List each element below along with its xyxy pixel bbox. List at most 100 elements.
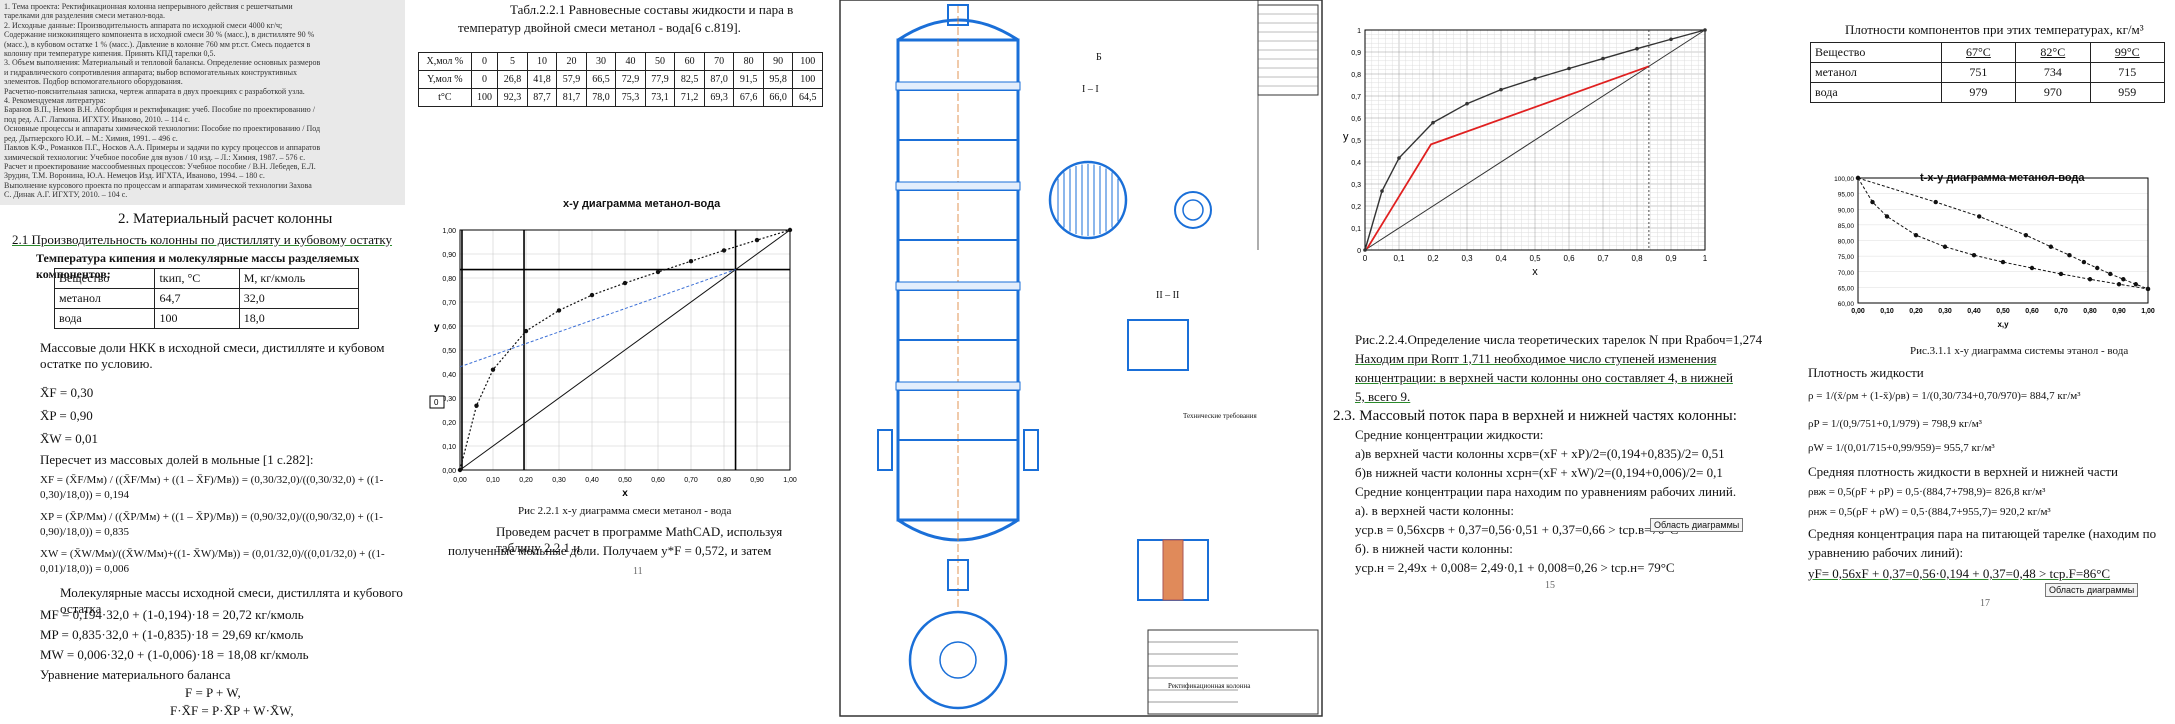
th: 82°С (2015, 42, 2091, 63)
section-label-ii: II – II (1156, 290, 1180, 301)
stamp-label: Ректификационная колонна (1168, 682, 1251, 690)
subsection-title: 2.1 Производительность колонны по дистил… (12, 232, 393, 247)
task-text-line: Основные процессы и аппараты химической … (4, 124, 321, 134)
th-tboil: tкип, °С (154, 268, 240, 289)
task-text-line: тарелками для разделения смеси метанол-в… (4, 11, 165, 21)
y-tick-label: 0,70 (442, 300, 456, 307)
support-left (877, 429, 893, 471)
eq-table-cell: 92,3 (497, 88, 528, 107)
mw-formula: MW = 0,006·32,0 + (1-0,006)·18 = 18,08 к… (40, 647, 309, 662)
y-tick-label: 0,4 (1351, 160, 1361, 167)
x-tick-label: 0,50 (1996, 308, 2010, 315)
rho-top: ρвж = 0,5(ρF + ρP) = 0,5·(884,7+798,9)= … (1808, 486, 2046, 498)
vapor-point (2095, 265, 2100, 271)
eq-table-cell: 30 (585, 52, 617, 71)
x-tick-label: 1 (1703, 254, 1708, 263)
x-tick-label: 0,10 (1880, 308, 1894, 315)
y-tick-label: 80,00 (1838, 239, 1855, 246)
th-molar: M, кг/кмоль (238, 268, 360, 289)
nozzle-detail-inner (1182, 199, 1204, 221)
cell: 979 (1940, 82, 2017, 103)
y-tick-label: 0,50 (442, 348, 456, 355)
mp-formula: MP = 0,835·32,0 + (1-0,835)·18 = 29,69 к… (40, 627, 304, 642)
x-tick-label: 0,2 (1427, 254, 1439, 263)
task-text-line: 4. Рекомендуемая литература: (4, 96, 106, 106)
flange (895, 281, 1021, 291)
eq-table-cell: 87,0 (703, 70, 735, 89)
eq-table-cell: 71,2 (674, 88, 705, 107)
x-tick-label: 0,9 (1665, 254, 1677, 263)
eq-table-cell: 0 (470, 52, 499, 71)
x-axis-label: x (1532, 266, 1538, 278)
chart-area-tooltip[interactable]: Область диаграммы (2045, 583, 2139, 597)
section-title: 2. Материальный расчет колонны (118, 211, 333, 227)
cell: 64,7 (154, 288, 240, 309)
flange (895, 81, 1021, 91)
eq-table-cell: 0 (470, 70, 499, 89)
formula-xw-2: 0,01)/18,0)) = 0,006 (40, 563, 129, 575)
equilibrium-point (1431, 120, 1435, 125)
xy-chart: 0,000,000,100,100,200,200,300,300,400,40… (429, 227, 797, 499)
eq-table-cell: 95,8 (762, 70, 794, 89)
y-tick-label: 65,00 (1838, 285, 1855, 292)
formula-xf-2: 0,30)/18,0)) = 0,194 (40, 489, 129, 501)
panel-column-drawing: Б I – I II – II Технические требования Р… (838, 0, 1325, 719)
vapor-point (2145, 286, 2151, 292)
equilibrium-point (754, 237, 760, 243)
avg-liquid-title: Средние концентрации жидкости: (1355, 427, 1544, 442)
x-tick-label: 0,20 (519, 477, 533, 484)
vapor-point (2133, 282, 2139, 287)
eq-table-title: Табл.2.2.1 Равновесные составы жидкости … (510, 2, 794, 17)
liquid-point (1870, 199, 1875, 205)
th: 99°С (2089, 42, 2166, 63)
column-drawing (839, 0, 1323, 717)
task-text-line: 2. Исходные данные: Производительность а… (4, 20, 283, 30)
equilibrium-point (688, 259, 694, 264)
xy-chart-caption: Рис 2.2.1 x-y диаграмма смеси метанол - … (518, 505, 732, 517)
liquid-point (1913, 232, 1919, 238)
y-tick-label: 0,2 (1351, 204, 1361, 211)
y-tick-label: 0,00 (442, 468, 456, 475)
x-tick-label: 0,70 (2054, 308, 2068, 315)
x-tick-label: 0,40 (1967, 308, 1981, 315)
y-tick-label: 0,6 (1351, 116, 1361, 123)
nozzle-detail (1174, 191, 1212, 229)
task-text-line: Расчет и проектирование массообменных пр… (4, 161, 316, 171)
equilibrium-point (1380, 189, 1384, 193)
x-tick-label: 0,6 (1563, 254, 1575, 263)
x-tick-label: 0,1 (1393, 254, 1405, 263)
x-tick-label: 0,30 (1938, 308, 1952, 315)
task-text-line: 3. Объем выполнения: Материальный и тепл… (4, 58, 321, 68)
feed-text-2: уравнению рабочих линий): (1808, 545, 1964, 560)
vapor-top-eq: yср.в = 0,56xсрв + 0,37=0,56·0,51 + 0,37… (1355, 522, 1679, 537)
x-tick-label: 0,10 (486, 477, 500, 484)
liquid-point (2116, 282, 2122, 287)
x-tick-label: 0,30 (552, 477, 566, 484)
equilibrium-point (1635, 46, 1639, 51)
y-tick-label: 1 (1357, 28, 1361, 35)
feed-text: Средняя концентрация пара на питающей та… (1808, 526, 2157, 541)
vapor-point (2023, 232, 2029, 238)
th-substance: Вещество (53, 268, 156, 289)
cell: вода (53, 308, 156, 329)
y-axis-label: y (1343, 131, 1349, 143)
feed-eq: yF= 0,56xF + 0,37=0,56·0,194 + 0,37=0,48… (1808, 566, 2111, 581)
page-number: 15 (1545, 580, 1555, 591)
xp-value: X̄P = 0,90 (40, 408, 93, 423)
equilibrium-point (721, 248, 727, 253)
vapor-point (2108, 271, 2113, 277)
liquid-point (1942, 244, 1948, 249)
task-text-line: под ред. А.Г. Лапкина. ИГХТУ. Иваново, 2… (4, 114, 190, 124)
bottom-plan-inner (939, 641, 977, 679)
y-tick-label: 0,3 (1351, 182, 1361, 189)
balance-title: Уравнение материального баланса (40, 667, 231, 682)
chart-area-tooltip[interactable]: Область диаграммы (1650, 518, 1744, 532)
eq-table-cell: 100 (470, 88, 499, 107)
panel-theoretical-plates: 0 0 0,1 0,1 0,2 0,2 0,3 0,3 0,4 0,4 0,5 0,5 0,6 0,6 0,… (1325, 0, 1775, 719)
equilibrium-point (1533, 76, 1537, 81)
y-tick-label: 100,00 (1834, 176, 1854, 183)
flange (895, 381, 1021, 391)
operating-line (459, 269, 736, 368)
density-table: Вещество 67°С 82°С 99°С метанол 751 734 715 во… (1810, 42, 2166, 103)
small-box-label: 0 (434, 398, 439, 407)
